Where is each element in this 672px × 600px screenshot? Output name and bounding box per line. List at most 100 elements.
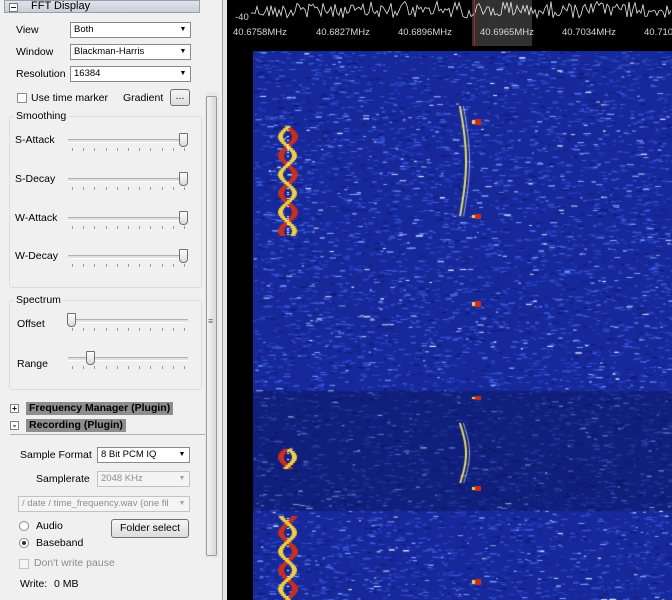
- offset-label: Offset: [17, 318, 45, 330]
- freq-label: 40.6896MHz: [398, 27, 452, 38]
- dropdown-arrow-icon[interactable]: ▼: [176, 45, 190, 59]
- db-scale-label: -40: [235, 12, 249, 23]
- slider-tick: [128, 148, 129, 151]
- dropdown-arrow-icon[interactable]: ▼: [175, 448, 189, 462]
- frequency-manager-title: Frequency Manager (Plugin): [26, 402, 174, 415]
- slider-tick: [172, 226, 174, 229]
- view-select[interactable]: Both ▼: [70, 22, 191, 38]
- gradient-button[interactable]: ...: [170, 89, 190, 106]
- recording-plugin-bar[interactable]: - Recording (Plugin): [10, 419, 200, 432]
- slider-tick: [83, 328, 85, 331]
- window-select[interactable]: Blackman-Harris ▼: [70, 44, 191, 60]
- slider-tick: [139, 366, 141, 369]
- slider-track[interactable]: [68, 319, 188, 323]
- write-value: 0 MB: [54, 578, 79, 590]
- w-decay-label: W-Decay: [15, 250, 58, 262]
- slider-tick: [72, 226, 73, 229]
- slider-tick: [94, 187, 96, 190]
- range-label: Range: [17, 358, 48, 370]
- slider-thumb[interactable]: [67, 313, 76, 327]
- slider-tick: [161, 366, 163, 369]
- grip-icon[interactable]: ≡: [208, 317, 216, 330]
- slider-tick: [184, 148, 185, 151]
- slider-thumb[interactable]: [179, 133, 188, 147]
- audio-radio[interactable]: [19, 521, 29, 531]
- slider-tick: [184, 366, 185, 369]
- resolution-select[interactable]: 16384 ▼: [70, 66, 191, 82]
- slider-tick: [150, 366, 152, 369]
- slider-thumb[interactable]: [179, 172, 188, 186]
- slider-tick: [172, 187, 174, 190]
- spectrum-title: Spectrum: [14, 294, 63, 306]
- freq-label: 40.6827MHz: [316, 27, 370, 38]
- dropdown-arrow-icon[interactable]: ▼: [176, 23, 190, 37]
- slider-tick: [161, 148, 163, 151]
- slider-tick: [150, 187, 152, 190]
- slider-tick: [72, 148, 73, 151]
- window-label: Window: [16, 46, 54, 58]
- slider-tick: [139, 226, 141, 229]
- resolution-select-value: 16384: [74, 68, 101, 79]
- dropdown-arrow-icon[interactable]: ▼: [176, 67, 190, 81]
- slider-tick: [172, 148, 174, 151]
- freq-label: 40.7034MHz: [562, 27, 616, 38]
- slider-tick: [72, 264, 73, 267]
- sample-format-label: Sample Format: [20, 449, 92, 461]
- spectrum-plot[interactable]: -40 40.6758MHz 40.6827MHz 40.6896MHz 40.…: [227, 0, 672, 46]
- slider-tick: [94, 328, 96, 331]
- fft-display-title: FFT Display: [31, 0, 91, 12]
- slider-tick: [83, 226, 85, 229]
- slider-tick: [105, 148, 107, 151]
- divider: [10, 434, 205, 435]
- slider-track[interactable]: [68, 217, 188, 221]
- frequency-cursor[interactable]: [474, 0, 475, 46]
- slider-tick: [116, 226, 118, 229]
- waterfall-canvas[interactable]: [253, 51, 672, 600]
- audio-label: Audio: [36, 520, 63, 532]
- time-marker-checkbox[interactable]: [17, 93, 27, 103]
- slider-tick: [94, 366, 96, 369]
- collapse-icon[interactable]: -: [10, 421, 19, 430]
- slider-tick: [150, 148, 152, 151]
- slider-track[interactable]: [68, 255, 188, 259]
- s-decay-label: S-Decay: [15, 173, 56, 185]
- dropdown-arrow-icon: ▼: [178, 475, 186, 482]
- spectrum-line: [250, 0, 672, 20]
- slider-tick: [83, 148, 85, 151]
- slider-tick: [139, 148, 141, 151]
- sample-format-value: 8 Bit PCM IQ: [101, 449, 157, 460]
- write-label: Write:: [20, 578, 48, 590]
- collapse-icon[interactable]: −: [9, 3, 18, 12]
- spectrum-trace: [250, 0, 672, 20]
- slider-thumb[interactable]: [179, 211, 188, 225]
- slider-track[interactable]: [68, 178, 188, 182]
- slider-tick: [139, 328, 141, 331]
- slider-tick: [172, 264, 174, 267]
- slider-tick: [105, 226, 107, 229]
- baseband-label: Baseband: [36, 537, 84, 549]
- slider-tick: [116, 328, 118, 331]
- slider-tick: [150, 264, 152, 267]
- sample-format-select[interactable]: 8 Bit PCM IQ ▼: [97, 447, 190, 463]
- slider-tick: [105, 264, 107, 267]
- slider-thumb[interactable]: [179, 249, 188, 263]
- smoothing-title: Smoothing: [14, 110, 69, 122]
- slider-tick: [150, 226, 152, 229]
- slider-thumb[interactable]: [86, 351, 96, 365]
- slider-tick: [161, 187, 163, 190]
- expand-icon[interactable]: +: [10, 404, 19, 413]
- time-marker-label: Use time marker: [31, 92, 109, 104]
- baseband-radio[interactable]: [19, 538, 29, 548]
- slider-track[interactable]: [68, 139, 188, 143]
- folder-select-button[interactable]: Folder select: [111, 519, 189, 538]
- waterfall-display[interactable]: [227, 46, 672, 600]
- frequency-manager-plugin-bar[interactable]: + Frequency Manager (Plugin): [10, 402, 200, 415]
- slider-tick: [150, 328, 152, 331]
- samplerate-select: 2048 KHz ▼: [97, 471, 190, 487]
- recording-title: Recording (Plugin): [26, 419, 126, 432]
- resolution-label: Resolution: [16, 68, 66, 80]
- freq-label: 40.6758MHz: [233, 27, 287, 38]
- dont-write-pause-checkbox: [19, 559, 29, 569]
- slider-tick: [128, 226, 129, 229]
- fft-display-header[interactable]: − FFT Display: [4, 0, 200, 13]
